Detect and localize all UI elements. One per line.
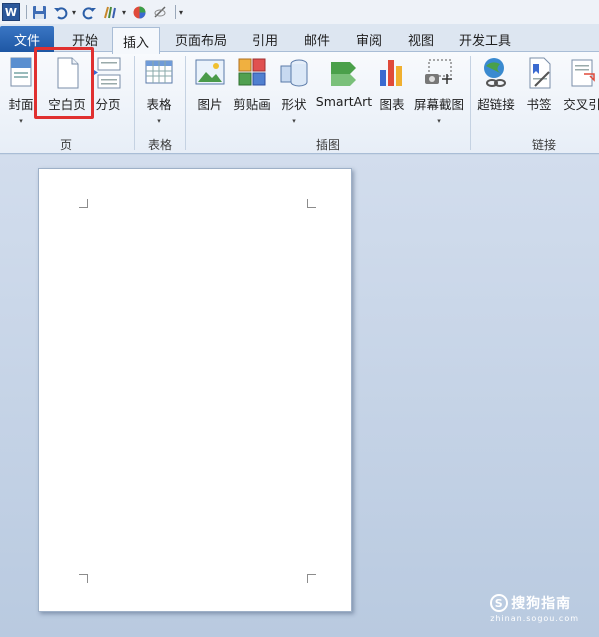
table-button[interactable]: 表格 ▾: [142, 56, 176, 125]
tab-insert[interactable]: 插入: [112, 27, 160, 54]
document-page[interactable]: [38, 168, 352, 612]
cross-reference-icon: [566, 56, 598, 90]
pages-group-label: 页: [59, 138, 72, 152]
chevron-down-icon: ▾: [157, 117, 161, 125]
customize-qat-icon[interactable]: ▾: [179, 8, 183, 17]
cover-page-button[interactable]: 封面 ▾: [6, 56, 36, 125]
tab-page-layout[interactable]: 页面布局: [166, 27, 236, 52]
eraser-icon[interactable]: [151, 3, 169, 21]
screenshot-button[interactable]: 屏幕截图 ▾: [414, 56, 464, 125]
crop-mark-top-left: [79, 199, 88, 208]
chart-label: 图表: [379, 97, 405, 112]
crop-mark-top-right: [307, 199, 316, 208]
qat-separator: [26, 5, 27, 19]
format-dropdown-icon[interactable]: ▾: [122, 8, 126, 17]
sogou-logo-icon: S: [490, 594, 509, 612]
clip-art-label: 剪贴画: [233, 97, 271, 112]
picture-button[interactable]: 图片: [194, 56, 226, 113]
bookmark-button[interactable]: 书签: [524, 56, 554, 113]
smartart-button[interactable]: SmartArt: [316, 56, 372, 109]
clip-art-button[interactable]: 剪贴画: [232, 56, 272, 113]
table-label: 表格: [146, 97, 172, 112]
shapes-icon: [278, 56, 310, 90]
hyperlink-icon: [480, 56, 512, 90]
picture-icon: [194, 56, 226, 90]
links-group-label: 链接: [531, 138, 556, 152]
smartart-label: SmartArt: [315, 94, 373, 109]
group-separator: [134, 56, 135, 150]
shapes-button[interactable]: 形状 ▾: [278, 56, 310, 125]
page-break-icon: [92, 56, 124, 90]
hyperlink-label: 超链接: [477, 97, 515, 112]
qat-separator: [175, 5, 177, 19]
hyperlink-button[interactable]: 超链接: [476, 56, 516, 113]
undo-dropdown-icon[interactable]: ▾: [72, 8, 76, 17]
screenshot-label: 屏幕截图: [414, 97, 465, 112]
chevron-down-icon: ▾: [19, 117, 23, 125]
quick-access-toolbar: W ▾ ▾ ▾: [0, 0, 599, 24]
word-app-icon[interactable]: W: [2, 3, 20, 21]
table-icon: [143, 56, 175, 90]
chart-icon: [376, 56, 408, 90]
tab-mailings[interactable]: 邮件: [294, 27, 340, 52]
color-icon[interactable]: [130, 3, 148, 21]
crop-mark-bottom-right: [307, 574, 316, 583]
chevron-down-icon: ▾: [437, 117, 441, 125]
sogou-watermark: S 搜狗指南 zhinan.sogou.com: [490, 593, 579, 623]
chevron-down-icon: ▾: [292, 117, 296, 125]
watermark-main: S 搜狗指南: [490, 593, 579, 613]
highlight-box: [34, 47, 94, 119]
tab-references[interactable]: 引用: [244, 27, 286, 52]
cover-page-label: 封面: [8, 97, 34, 112]
page-break-label: 分页: [95, 97, 121, 112]
bookmark-icon: [523, 56, 555, 90]
screenshot-icon: [423, 56, 455, 90]
shapes-label: 形状: [281, 97, 307, 112]
picture-label: 图片: [197, 97, 223, 112]
cover-page-icon: [5, 56, 37, 90]
document-area[interactable]: S 搜狗指南 zhinan.sogou.com: [0, 155, 599, 637]
format-painter-icon[interactable]: [101, 3, 119, 21]
bookmark-label: 书签: [526, 97, 552, 112]
illustrations-group-label: 插图: [315, 138, 340, 152]
tab-view[interactable]: 视图: [398, 27, 444, 52]
group-separator: [470, 56, 471, 150]
clip-art-icon: [236, 56, 268, 90]
save-icon[interactable]: [30, 3, 48, 21]
chart-button[interactable]: 图表: [376, 56, 408, 113]
redo-icon[interactable]: [80, 3, 98, 21]
cross-reference-label: 交叉引: [563, 97, 599, 112]
cross-reference-button[interactable]: 交叉引: [562, 56, 599, 113]
crop-mark-bottom-left: [79, 574, 88, 583]
undo-icon[interactable]: [51, 3, 69, 21]
tab-developer[interactable]: 开发工具: [452, 27, 518, 52]
smartart-icon: [328, 56, 360, 90]
watermark-url: zhinan.sogou.com: [490, 614, 579, 623]
page-break-button[interactable]: 分页: [92, 56, 124, 113]
tab-review[interactable]: 审阅: [346, 27, 392, 52]
watermark-text: 搜狗指南: [511, 596, 572, 612]
tables-group-label: 表格: [147, 138, 172, 152]
